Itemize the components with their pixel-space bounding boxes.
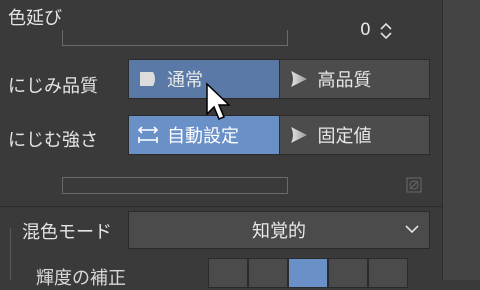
brightness-option-4[interactable] xyxy=(328,258,368,288)
panel-side-strip xyxy=(442,0,480,280)
color-mix-mode-dropdown[interactable]: 知覚的 xyxy=(128,211,430,249)
color-mix-mode-value: 知覚的 xyxy=(252,221,306,242)
color-stretch-slider[interactable] xyxy=(62,30,288,46)
brightness-option-5[interactable] xyxy=(368,258,408,288)
color-stretch-value[interactable]: 0 xyxy=(360,20,371,40)
bleed-strength-label: にじむ強さ xyxy=(8,130,98,151)
auto-arrows-icon xyxy=(137,126,159,143)
brightness-option-2[interactable] xyxy=(248,258,288,288)
brush-settings-panel: 色延び 0 にじみ品質 通常 高品質 にじむ強さ 自動設定 固定値 混色モード … xyxy=(0,0,480,289)
bleed-quality-normal-option[interactable]: 通常 xyxy=(129,60,279,98)
tree-guide-line xyxy=(10,228,11,280)
bleed-strength-toggle: 自動設定 固定値 xyxy=(128,115,430,155)
color-stretch-label: 色延び xyxy=(8,8,62,29)
bleed-strength-fixed-option[interactable]: 固定値 xyxy=(278,116,430,154)
bleed-quality-toggle: 通常 高品質 xyxy=(128,59,430,99)
pressure-disabled-icon[interactable] xyxy=(406,177,422,193)
brush-tip-normal-icon xyxy=(140,72,155,86)
brush-tip-soft-icon xyxy=(290,71,307,87)
color-mix-mode-label: 混色モード xyxy=(22,222,112,243)
bleed-strength-value-slider[interactable] xyxy=(62,177,288,194)
chevron-down-icon xyxy=(405,225,419,234)
brightness-correction-buttons xyxy=(208,258,408,288)
brightness-option-1[interactable] xyxy=(208,258,248,288)
bleed-strength-auto-option[interactable]: 自動設定 xyxy=(129,116,279,154)
bleed-quality-normal-label: 通常 xyxy=(167,70,203,91)
bleed-strength-auto-label: 自動設定 xyxy=(167,126,239,147)
brush-tip-soft-icon xyxy=(290,127,307,143)
bleed-quality-label: にじみ品質 xyxy=(8,76,98,97)
spinner-up-down-icon[interactable] xyxy=(378,20,394,42)
bleed-quality-high-option[interactable]: 高品質 xyxy=(278,60,430,98)
mouse-pointer-icon xyxy=(206,82,231,120)
brightness-option-3[interactable] xyxy=(288,258,328,288)
section-divider xyxy=(0,206,442,207)
bleed-quality-high-label: 高品質 xyxy=(317,70,372,91)
bleed-strength-fixed-label: 固定値 xyxy=(317,126,372,147)
brightness-correction-label: 輝度の補正 xyxy=(36,268,126,289)
